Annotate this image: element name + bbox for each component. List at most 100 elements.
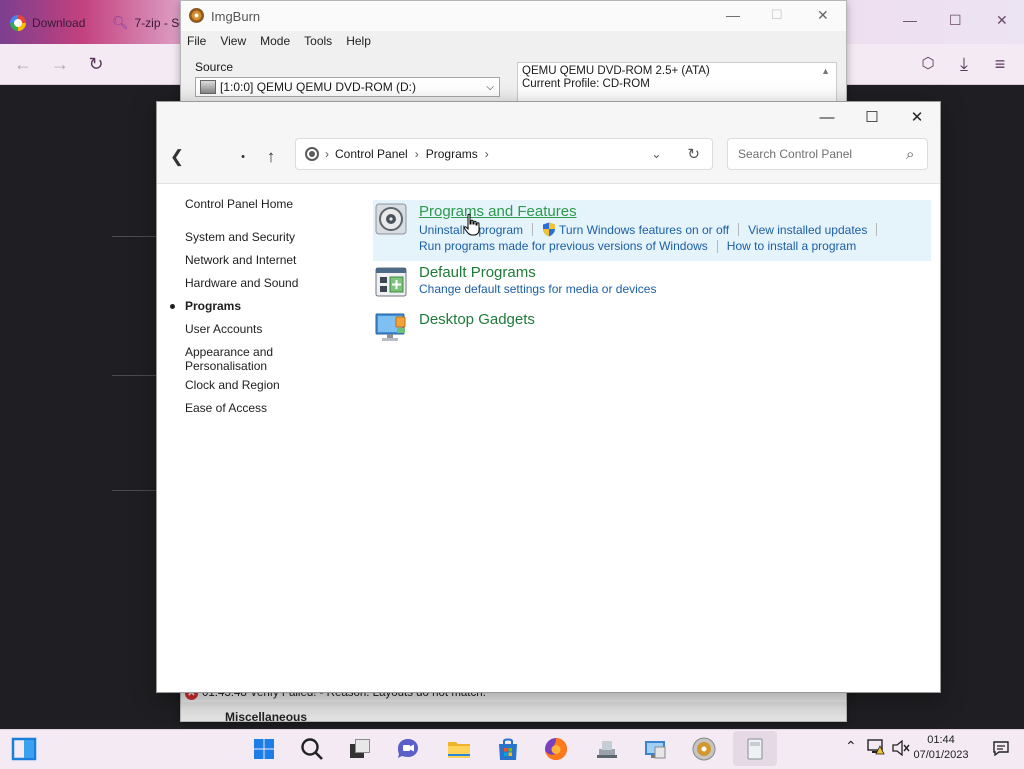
control-panel-window: — ☐ ✕ ❮ • ↑ › Control Panel › Programs ›… bbox=[156, 101, 941, 693]
network-icon[interactable] bbox=[867, 739, 885, 755]
menu-mode[interactable]: Mode bbox=[260, 34, 290, 48]
imgburn-taskbar-icon[interactable] bbox=[690, 735, 718, 763]
source-drive-select[interactable]: [1:0:0] QEMU QEMU DVD-ROM (D:) ⌵ bbox=[195, 77, 500, 97]
google-icon bbox=[10, 15, 26, 31]
imgburn-minimize-button[interactable]: — bbox=[726, 7, 740, 23]
minimize-button[interactable]: — bbox=[804, 102, 850, 132]
sidebar-item-control-panel-home[interactable]: Control Panel Home bbox=[185, 197, 293, 211]
imgburn-logo-icon bbox=[189, 8, 204, 23]
firefox-icon[interactable] bbox=[542, 735, 570, 763]
sidebar-item-ease-of-access[interactable]: Ease of Access bbox=[185, 401, 267, 415]
browser-tab-7zip[interactable]: 🔍︎ 7-zip - Se bbox=[112, 10, 180, 36]
maximize-button[interactable]: ☐ bbox=[849, 102, 895, 132]
recent-locations-button[interactable]: • bbox=[232, 147, 254, 167]
chat-icon[interactable] bbox=[394, 735, 422, 763]
change-default-settings-link[interactable]: Change default settings for media or dev… bbox=[419, 282, 656, 296]
scroll-up-icon[interactable]: ▲ bbox=[821, 65, 830, 78]
sidebar-item-network-internet[interactable]: Network and Internet bbox=[185, 253, 296, 267]
link-separator bbox=[876, 223, 878, 236]
clock[interactable]: 01:44 07/01/2023 bbox=[910, 733, 972, 763]
drive-info-line: QEMU QEMU DVD-ROM 2.5+ (ATA) bbox=[522, 65, 710, 77]
browser-tab-label: Download bbox=[32, 16, 86, 30]
address-bar[interactable]: › Control Panel › Programs › ⌄ ↻ bbox=[295, 138, 713, 170]
shield-icon bbox=[543, 222, 556, 237]
compatibility-link[interactable]: Run programs made for previous versions … bbox=[419, 239, 708, 253]
app-icon[interactable] bbox=[593, 735, 621, 763]
menu-help[interactable]: Help bbox=[346, 34, 371, 48]
source-drive-value: [1:0:0] QEMU QEMU DVD-ROM (D:) bbox=[220, 80, 417, 94]
menu-file[interactable]: File bbox=[187, 34, 206, 48]
search-icon: 🔍︎ bbox=[112, 15, 129, 30]
windows-features-link-group[interactable]: Turn Windows features on or off bbox=[542, 222, 729, 237]
pocket-icon[interactable]: ⬡ bbox=[918, 54, 938, 74]
drive-icon bbox=[200, 80, 216, 94]
search-icon[interactable] bbox=[298, 735, 326, 763]
notifications-icon[interactable] bbox=[993, 740, 1009, 756]
installer-icon[interactable] bbox=[741, 735, 769, 763]
view-installed-updates-link[interactable]: View installed updates bbox=[748, 223, 867, 237]
browser-tab-download[interactable]: Download bbox=[10, 10, 90, 36]
browser-back-icon[interactable]: ← bbox=[13, 54, 33, 74]
clock-date: 07/01/2023 bbox=[913, 749, 969, 761]
link-separator bbox=[532, 223, 534, 236]
volume-muted-icon[interactable] bbox=[892, 740, 910, 756]
sidebar-item-appearance[interactable]: Appearance and Personalisation bbox=[185, 345, 295, 373]
control-panel-taskbar-icon[interactable] bbox=[641, 735, 669, 763]
sidebar-item-clock-region[interactable]: Clock and Region bbox=[185, 378, 280, 392]
default-programs-icon bbox=[375, 267, 407, 297]
browser-maximize-button[interactable]: ☐ bbox=[949, 12, 962, 29]
programs-features-links-row2: Run programs made for previous versions … bbox=[419, 239, 856, 253]
browser-tab-label: 7-zip - Se bbox=[134, 16, 180, 30]
desktop-gadgets-icon bbox=[375, 313, 406, 341]
browser-close-button[interactable]: ✕ bbox=[996, 12, 1008, 29]
divider bbox=[112, 375, 162, 376]
browser-forward-icon[interactable]: → bbox=[50, 54, 70, 74]
programs-features-links: Uninstall a program Turn Windows feature… bbox=[419, 222, 878, 237]
refresh-icon[interactable]: ↻ bbox=[687, 145, 700, 163]
imgburn-title: ImgBurn bbox=[211, 9, 261, 24]
menu-view[interactable]: View bbox=[220, 34, 246, 48]
imgburn-titlebar bbox=[181, 1, 846, 31]
sidebar-item-system-security[interactable]: System and Security bbox=[185, 230, 295, 244]
search-input[interactable] bbox=[736, 146, 900, 162]
current-page-bullet bbox=[170, 304, 175, 309]
close-button[interactable]: ✕ bbox=[894, 102, 940, 132]
imgburn-close-button[interactable]: ✕ bbox=[817, 7, 829, 24]
download-icon[interactable]: ⤓ bbox=[954, 54, 974, 74]
file-explorer-icon[interactable] bbox=[445, 735, 473, 763]
widgets-icon[interactable] bbox=[10, 735, 38, 763]
category-desktop-gadgets[interactable]: Desktop Gadgets bbox=[419, 311, 535, 328]
browser-reload-icon[interactable]: ↻ bbox=[86, 54, 106, 74]
link-separator bbox=[738, 223, 740, 236]
menu-tools[interactable]: Tools bbox=[304, 34, 332, 48]
up-button[interactable]: ↑ bbox=[260, 147, 282, 167]
link-separator bbox=[716, 239, 718, 253]
back-button[interactable]: ❮ bbox=[166, 147, 188, 167]
menu-icon[interactable]: ≡ bbox=[990, 54, 1010, 74]
store-icon[interactable] bbox=[494, 735, 522, 763]
browser-minimize-button[interactable]: — bbox=[903, 12, 917, 28]
start-icon[interactable] bbox=[250, 735, 278, 763]
breadcrumb-control-panel[interactable]: Control Panel bbox=[335, 147, 408, 161]
breadcrumb-programs[interactable]: Programs bbox=[426, 147, 478, 161]
imgburn-maximize-button[interactable]: ☐ bbox=[771, 7, 783, 23]
sidebar-item-hardware-sound[interactable]: Hardware and Sound bbox=[185, 276, 298, 290]
task-view-icon[interactable] bbox=[346, 735, 374, 763]
control-panel-icon bbox=[305, 147, 319, 161]
category-default-programs[interactable]: Default Programs bbox=[419, 264, 536, 281]
search-box[interactable]: ⌕ bbox=[727, 138, 928, 170]
drive-info-line: Current Profile: CD-ROM bbox=[522, 78, 650, 90]
chevron-up-icon[interactable]: ⌃ bbox=[845, 738, 857, 755]
divider bbox=[112, 236, 162, 237]
hand-cursor-icon bbox=[463, 213, 480, 236]
divider bbox=[112, 490, 162, 491]
chevron-down-icon[interactable]: ⌄ bbox=[651, 147, 661, 161]
windows-features-link[interactable]: Turn Windows features on or off bbox=[559, 223, 729, 237]
source-label: Source bbox=[195, 60, 234, 74]
breadcrumb-separator: › bbox=[484, 147, 489, 161]
search-icon[interactable]: ⌕ bbox=[906, 146, 914, 163]
category-programs-features[interactable]: Programs and Features bbox=[419, 203, 577, 220]
drive-info-box: QEMU QEMU DVD-ROM 2.5+ (ATA) Current Pro… bbox=[517, 62, 837, 102]
sidebar-item-user-accounts[interactable]: User Accounts bbox=[185, 322, 262, 336]
how-to-install-link[interactable]: How to install a program bbox=[727, 239, 856, 253]
